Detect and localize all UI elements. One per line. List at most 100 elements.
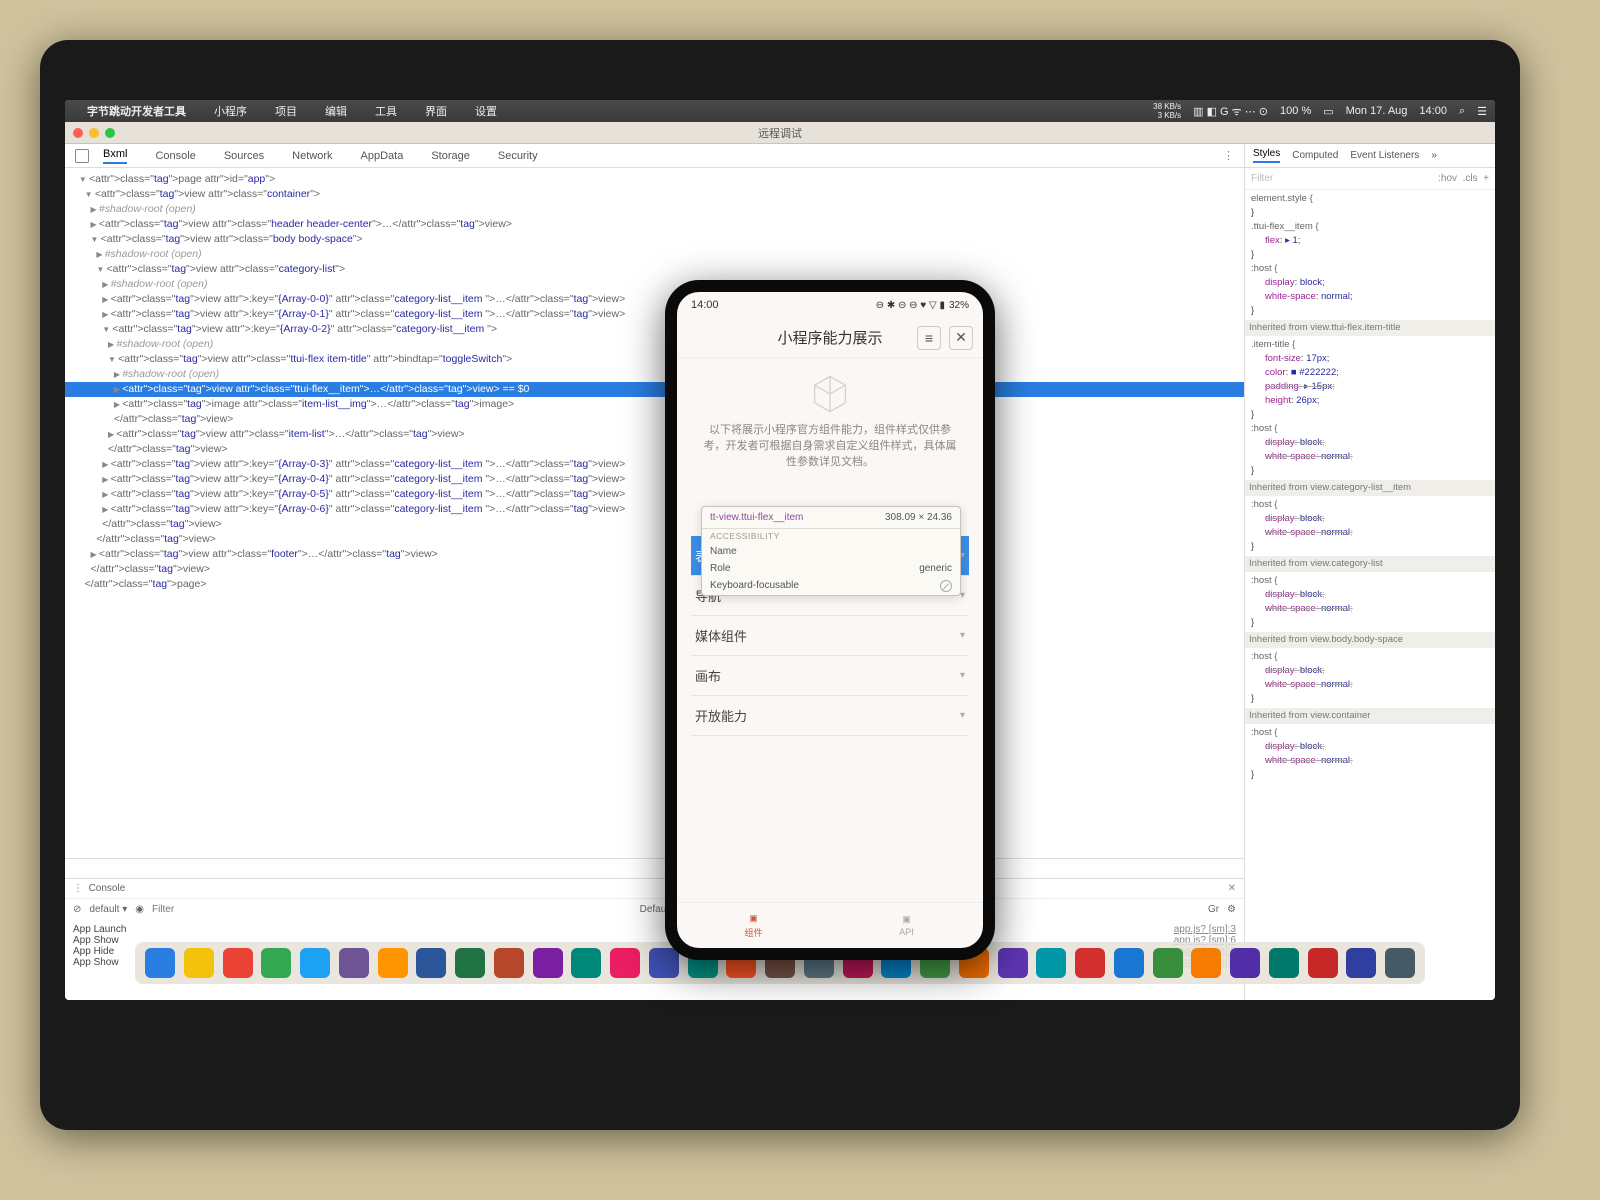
dom-node[interactable]: <attr">class="tag">view attr">:key="{Arr… — [65, 502, 1244, 517]
styles-filter-input[interactable]: Filter — [1251, 173, 1273, 184]
dom-node[interactable]: <attr">class="tag">view attr">class="ite… — [65, 427, 1244, 442]
dock-app-24[interactable] — [1075, 948, 1105, 978]
dock-app-31[interactable] — [1346, 948, 1376, 978]
dom-node[interactable]: <attr">class="tag">view attr">:key="{Arr… — [65, 307, 1244, 322]
dock-app-23[interactable] — [1036, 948, 1066, 978]
dock-app-0[interactable] — [145, 948, 175, 978]
dom-node[interactable]: <attr">class="tag">image attr">class="it… — [65, 397, 1244, 412]
dom-node[interactable]: <attr">class="tag">page attr">id="app"> — [65, 172, 1244, 187]
css-rule[interactable]: element.style {} — [1251, 192, 1489, 220]
dom-node[interactable]: #shadow-root (open) — [65, 367, 1244, 382]
dom-node[interactable]: </attr">class="tag">page> — [65, 577, 1244, 592]
traffic-lights[interactable] — [73, 128, 115, 138]
tab-bxml[interactable]: Bxml — [103, 148, 127, 164]
settings-icon[interactable]: ⚙ — [1227, 904, 1236, 915]
context-selector[interactable]: default ▾ — [89, 904, 127, 915]
dock-app-8[interactable] — [455, 948, 485, 978]
dom-node[interactable]: <attr">class="tag">view attr">class="ttu… — [65, 382, 1244, 397]
tab-security[interactable]: Security — [498, 150, 538, 162]
breadcrumb[interactable] — [65, 858, 1244, 878]
dom-node[interactable]: <attr">class="tag">view attr">:key="{Arr… — [65, 457, 1244, 472]
dom-node[interactable]: </attr">class="tag">view> — [65, 517, 1244, 532]
dock-app-9[interactable] — [494, 948, 524, 978]
styles-tab-1[interactable]: Computed — [1292, 150, 1338, 161]
dom-node[interactable]: <attr">class="tag">view attr">class="ttu… — [65, 352, 1244, 367]
dom-node[interactable]: <attr">class="tag">view attr">class="cat… — [65, 262, 1244, 277]
menu-2[interactable]: 项目 — [275, 103, 297, 119]
dom-node[interactable]: #shadow-root (open) — [65, 277, 1244, 292]
menu-icon[interactable]: ≡ — [917, 326, 941, 350]
control-center-icon[interactable]: ☰ — [1477, 105, 1487, 118]
menu-6[interactable]: 设置 — [475, 103, 497, 119]
dom-node[interactable]: <attr">class="tag">view attr">class="bod… — [65, 232, 1244, 247]
add-rule-icon[interactable]: + — [1483, 173, 1489, 184]
dock-app-25[interactable] — [1114, 948, 1144, 978]
dock-app-1[interactable] — [184, 948, 214, 978]
list-item[interactable]: 画布▾ — [691, 656, 969, 696]
tab-network[interactable]: Network — [292, 150, 332, 162]
dom-node[interactable]: </attr">class="tag">view> — [65, 562, 1244, 577]
menu-1[interactable]: 小程序 — [214, 103, 247, 119]
css-rule[interactable]: .item-title {…font-size: 17px;color: ■ #… — [1251, 338, 1489, 422]
close-icon[interactable]: ✕ — [1228, 883, 1236, 894]
dom-node[interactable]: <attr">class="tag">view attr">class="hea… — [65, 217, 1244, 232]
dom-tree[interactable]: <attr">class="tag">page attr">id="app"> … — [65, 168, 1244, 858]
dock-app-2[interactable] — [223, 948, 253, 978]
css-rule[interactable]: :host {…display: block;white-space: norm… — [1251, 574, 1489, 630]
css-rule[interactable]: :host {…display: block;white-space: norm… — [1251, 262, 1489, 318]
dom-node[interactable]: <attr">class="tag">view attr">:key="{Arr… — [65, 292, 1244, 307]
dock-app-13[interactable] — [649, 948, 679, 978]
dom-node[interactable]: #shadow-root (open) — [65, 202, 1244, 217]
styles-tab-2[interactable]: Event Listeners — [1350, 150, 1419, 161]
dock-app-32[interactable] — [1385, 948, 1415, 978]
search-icon[interactable]: ⌕ — [1459, 105, 1465, 118]
dom-node[interactable]: </attr">class="tag">view> — [65, 442, 1244, 457]
dock-app-29[interactable] — [1269, 948, 1299, 978]
css-rule[interactable]: :host {…display: block;white-space: norm… — [1251, 650, 1489, 706]
tab-storage[interactable]: Storage — [431, 150, 470, 162]
menu-4[interactable]: 工具 — [375, 103, 397, 119]
dom-node[interactable]: #shadow-root (open) — [65, 247, 1244, 262]
dom-node[interactable]: <attr">class="tag">view attr">class="con… — [65, 187, 1244, 202]
console-log-row[interactable]: App Launchapp.js? [sm]:3 — [73, 924, 1236, 935]
dom-node[interactable]: <attr">class="tag">view attr">class="foo… — [65, 547, 1244, 562]
close-icon[interactable]: ✕ — [949, 326, 973, 350]
css-rule[interactable]: :host {…display: block;white-space: norm… — [1251, 422, 1489, 478]
console-filter-input[interactable] — [152, 904, 632, 915]
dock-app-3[interactable] — [261, 948, 291, 978]
menu-5[interactable]: 界面 — [425, 103, 447, 119]
menu-3[interactable]: 编辑 — [325, 103, 347, 119]
list-item[interactable]: 媒体组件▾ — [691, 616, 969, 656]
dock-app-11[interactable] — [571, 948, 601, 978]
css-rule[interactable]: :host {…display: block;white-space: norm… — [1251, 498, 1489, 554]
tab-console[interactable]: Console — [155, 150, 195, 162]
tab-appdata[interactable]: AppData — [361, 150, 404, 162]
dock-app-27[interactable] — [1191, 948, 1221, 978]
console-toggle-icon[interactable]: ⋮ — [73, 883, 83, 894]
dock-app-22[interactable] — [998, 948, 1028, 978]
dock-app-30[interactable] — [1308, 948, 1338, 978]
tabbar-item[interactable]: ▣API — [830, 903, 983, 948]
hov-toggle[interactable]: :hov — [1438, 173, 1457, 184]
minimize-icon[interactable] — [89, 128, 99, 138]
styles-pane[interactable]: element.style {}.ttui-flex__item {…flex:… — [1245, 190, 1495, 1000]
zoom-icon[interactable] — [105, 128, 115, 138]
css-rule[interactable]: :host {…display: block;white-space: norm… — [1251, 726, 1489, 782]
styles-tab-3[interactable]: » — [1431, 150, 1437, 161]
cls-toggle[interactable]: .cls — [1463, 173, 1478, 184]
menu-0[interactable]: 字节跳动开发者工具 — [87, 103, 186, 119]
dock-app-5[interactable] — [339, 948, 369, 978]
clear-console-icon[interactable]: ⊘ — [73, 904, 81, 915]
dock-app-6[interactable] — [378, 948, 408, 978]
dom-node[interactable]: <attr">class="tag">view attr">:key="{Arr… — [65, 322, 1244, 337]
close-icon[interactable] — [73, 128, 83, 138]
list-item[interactable]: 开放能力▾ — [691, 696, 969, 736]
dock-app-4[interactable] — [300, 948, 330, 978]
dock-app-28[interactable] — [1230, 948, 1260, 978]
dom-node[interactable]: </attr">class="tag">view> — [65, 532, 1244, 547]
styles-tab-0[interactable]: Styles — [1253, 148, 1280, 163]
tab-sources[interactable]: Sources — [224, 150, 264, 162]
dom-node[interactable]: </attr">class="tag">view> — [65, 412, 1244, 427]
dom-node[interactable]: <attr">class="tag">view attr">:key="{Arr… — [65, 487, 1244, 502]
more-icon[interactable]: ⋮ — [1223, 149, 1234, 162]
